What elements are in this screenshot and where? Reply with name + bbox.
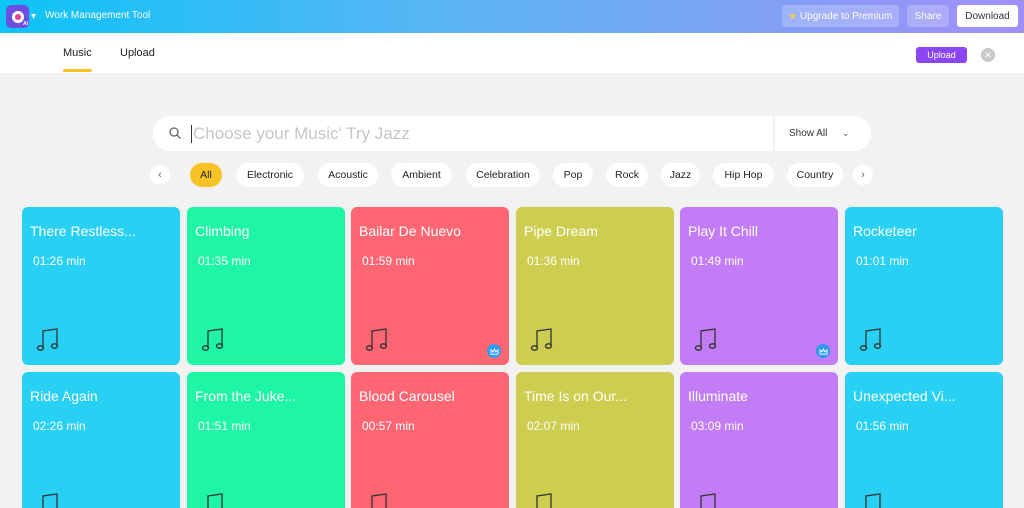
genre-chip-jazz[interactable]: Jazz bbox=[661, 163, 700, 187]
tab-music[interactable]: Music bbox=[63, 47, 92, 59]
genre-chip-country[interactable]: Country bbox=[787, 163, 843, 187]
track-duration: 02:07 min bbox=[527, 419, 580, 433]
track-card[interactable]: Climbing 01:35 min bbox=[187, 207, 345, 365]
genre-chip-rock[interactable]: Rock bbox=[606, 163, 648, 187]
track-card[interactable]: Play It Chill 01:49 min bbox=[680, 207, 838, 365]
tab-bar: Music Upload Upload ✕ bbox=[0, 33, 1024, 73]
chevron-left-icon[interactable]: ‹ bbox=[150, 165, 170, 185]
track-card[interactable]: Blood Carousel 00:57 min bbox=[351, 372, 509, 508]
track-duration: 01:36 min bbox=[527, 254, 580, 268]
track-title: From the Juke... bbox=[195, 388, 297, 404]
download-button[interactable]: Download bbox=[957, 5, 1018, 27]
track-card[interactable]: There Restless... 01:26 min bbox=[22, 207, 180, 365]
genre-chip-electronic[interactable]: Electronic bbox=[236, 163, 304, 187]
chevron-down-icon[interactable]: ⌄ bbox=[842, 128, 850, 139]
music-note-icon bbox=[859, 492, 885, 508]
genre-chip-ambient[interactable]: Ambient bbox=[391, 163, 452, 187]
track-card[interactable]: Illuminate 03:09 min bbox=[680, 372, 838, 508]
track-title: Illuminate bbox=[688, 388, 748, 404]
track-title: Ride Again bbox=[30, 388, 98, 404]
premium-crown-icon bbox=[816, 344, 830, 358]
top-bar: AI ▾ Work Management Tool ★ Upgrade to P… bbox=[0, 0, 1024, 33]
music-note-icon bbox=[36, 492, 62, 508]
track-card[interactable]: Unexpected Vi... 01:56 min bbox=[845, 372, 1003, 508]
music-note-icon bbox=[694, 327, 720, 353]
track-title: Play It Chill bbox=[688, 223, 759, 239]
track-card[interactable]: Pipe Dream 01:36 min bbox=[516, 207, 674, 365]
chevron-down-icon[interactable]: ▾ bbox=[31, 11, 36, 22]
track-duration: 01:59 min bbox=[362, 254, 415, 268]
track-card[interactable]: Ride Again 02:26 min bbox=[22, 372, 180, 508]
star-icon: ★ bbox=[788, 10, 797, 21]
music-note-icon bbox=[530, 327, 556, 353]
track-duration: 02:26 min bbox=[33, 419, 86, 433]
music-note-icon bbox=[36, 327, 62, 353]
upgrade-premium-button[interactable]: ★ Upgrade to Premium bbox=[782, 5, 899, 27]
app-logo-icon[interactable]: AI bbox=[6, 5, 29, 28]
ai-badge: AI bbox=[23, 21, 28, 27]
text-cursor bbox=[191, 125, 192, 143]
track-title: Time Is on Our... bbox=[524, 388, 627, 404]
music-note-icon bbox=[530, 492, 556, 508]
close-icon[interactable]: ✕ bbox=[981, 48, 995, 62]
genre-chip-hip-hop[interactable]: Hip Hop bbox=[713, 163, 774, 187]
track-title: Blood Carousel bbox=[359, 388, 455, 404]
track-title: Bailar De Nuevo bbox=[359, 223, 461, 239]
track-duration: 01:35 min bbox=[198, 254, 251, 268]
track-duration: 01:49 min bbox=[691, 254, 744, 268]
upload-button[interactable]: Upload bbox=[916, 47, 967, 63]
chevron-right-icon[interactable]: › bbox=[853, 165, 873, 185]
show-all-dropdown[interactable]: Show All bbox=[789, 128, 827, 139]
app-title: Work Management Tool bbox=[45, 10, 151, 21]
search-icon bbox=[169, 127, 181, 139]
tab-upload[interactable]: Upload bbox=[120, 47, 155, 59]
music-note-icon bbox=[201, 327, 227, 353]
track-duration: 01:01 min bbox=[856, 254, 909, 268]
upgrade-premium-label: Upgrade to Premium bbox=[799, 10, 893, 22]
track-title: There Restless... bbox=[30, 223, 136, 239]
track-duration: 01:56 min bbox=[856, 419, 909, 433]
music-note-icon bbox=[201, 492, 227, 508]
track-title: Unexpected Vi... bbox=[853, 388, 956, 404]
track-card[interactable]: Rocketeer 01:01 min bbox=[845, 207, 1003, 365]
track-duration: 01:51 min bbox=[198, 419, 251, 433]
track-duration: 00:57 min bbox=[362, 419, 415, 433]
share-button[interactable]: Share bbox=[907, 5, 949, 27]
track-card[interactable]: Time Is on Our... 02:07 min bbox=[516, 372, 674, 508]
track-card[interactable]: Bailar De Nuevo 01:59 min bbox=[351, 207, 509, 365]
track-duration: 03:09 min bbox=[691, 419, 744, 433]
search-input[interactable] bbox=[193, 122, 763, 146]
track-duration: 01:26 min bbox=[33, 254, 86, 268]
genre-chip-celebration[interactable]: Celebration bbox=[466, 163, 540, 187]
track-card[interactable]: From the Juke... 01:51 min bbox=[187, 372, 345, 508]
track-title: Climbing bbox=[195, 223, 250, 239]
track-title: Pipe Dream bbox=[524, 223, 598, 239]
music-note-icon bbox=[694, 492, 720, 508]
active-tab-indicator bbox=[63, 69, 92, 72]
track-title: Rocketeer bbox=[853, 223, 917, 239]
search-divider bbox=[773, 116, 775, 151]
premium-crown-icon bbox=[487, 344, 501, 358]
genre-chip-all[interactable]: All bbox=[190, 163, 222, 187]
genre-chip-acoustic[interactable]: Acoustic bbox=[318, 163, 378, 187]
music-note-icon bbox=[365, 492, 391, 508]
music-note-icon bbox=[365, 327, 391, 353]
music-note-icon bbox=[859, 327, 885, 353]
genre-chip-pop[interactable]: Pop bbox=[553, 163, 593, 187]
music-disc-icon bbox=[11, 10, 24, 23]
